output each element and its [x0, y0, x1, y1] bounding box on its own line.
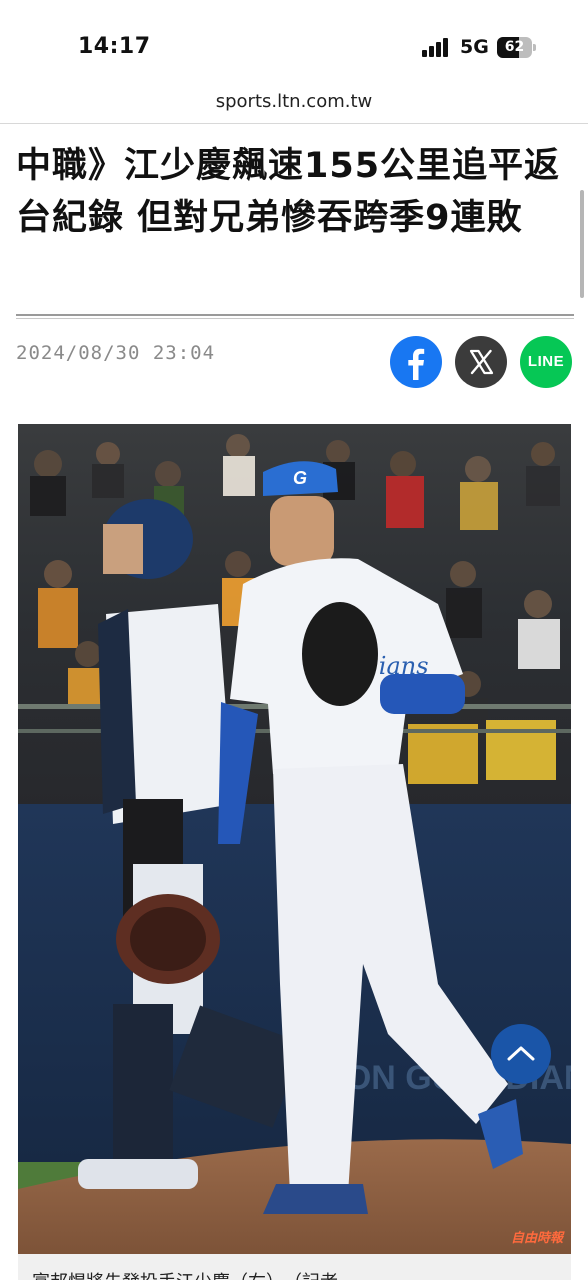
- article-headline: 中職》江少慶飆速155公里追平返台紀錄 但對兄弟慘吞跨季9連敗: [16, 146, 561, 238]
- cap-logo: G: [293, 468, 307, 488]
- article-photo[interactable]: ON GUARDIANS G Guardians: [18, 424, 571, 1254]
- battery-icon: 62: [497, 37, 537, 58]
- x-icon: [469, 349, 494, 375]
- scroll-to-top-button[interactable]: [491, 1024, 551, 1084]
- photo-caption-strip: 富邦悍將先發投手江少慶（右）。（記者: [18, 1254, 571, 1280]
- facebook-icon: [408, 348, 425, 380]
- status-time: 14:17: [78, 34, 151, 59]
- photo-caption: 富邦悍將先發投手江少慶（右）。（記者: [32, 1268, 338, 1280]
- cellular-signal-icon: [422, 38, 452, 57]
- share-line-button[interactable]: LINE: [520, 336, 572, 388]
- page-scrollbar[interactable]: [580, 190, 584, 298]
- status-bar: 14:17 5G 62: [0, 0, 588, 84]
- baseball-photo: ON GUARDIANS G Guardians: [18, 424, 571, 1254]
- network-type: 5G: [460, 36, 489, 58]
- share-facebook-button[interactable]: [390, 336, 442, 388]
- line-icon: LINE: [527, 353, 565, 370]
- battery-percent: 62: [504, 39, 525, 55]
- publish-date: 2024/08/30 23:04: [16, 342, 216, 364]
- photo-watermark: 自由時報: [510, 1231, 563, 1246]
- share-x-button[interactable]: [455, 336, 507, 388]
- chevron-up-icon: [507, 1046, 535, 1061]
- headline-divider-thin: [16, 318, 574, 319]
- url-bar[interactable]: sports.ltn.com.tw: [0, 84, 588, 124]
- headline-divider: [16, 314, 574, 316]
